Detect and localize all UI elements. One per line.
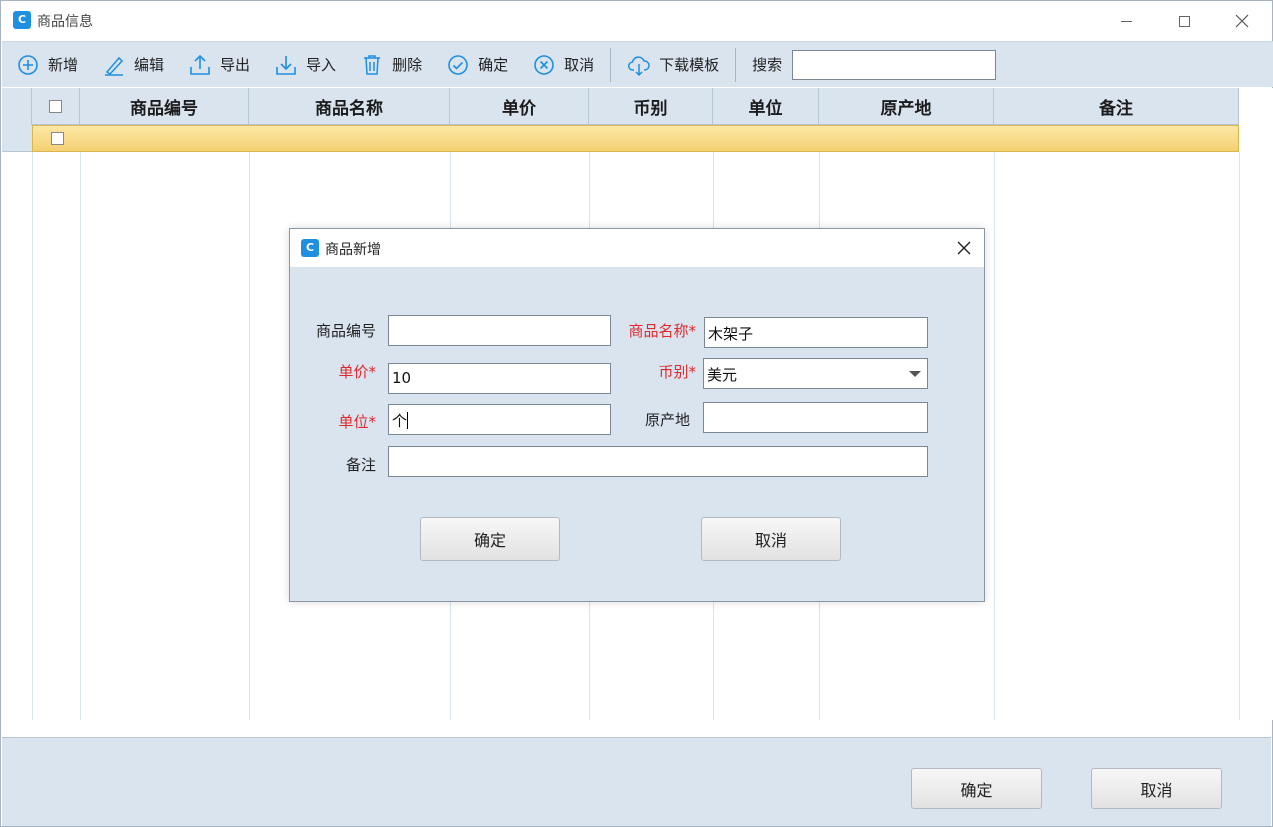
- code-label: 商品编号: [315, 322, 376, 340]
- minimize-icon: [1120, 20, 1132, 22]
- dialog-title: 商品新增: [325, 242, 381, 258]
- delete-button-label: 删除: [392, 56, 423, 74]
- name-label: 商品名称*: [628, 322, 696, 340]
- confirm-button[interactable]: 确定: [438, 48, 516, 82]
- grid-column-line: [80, 152, 81, 720]
- name-field[interactable]: 木架子: [704, 317, 928, 348]
- edit-button[interactable]: 编辑: [94, 48, 172, 82]
- currency-value: 美元: [707, 366, 738, 384]
- origin-label: 原产地: [644, 411, 690, 429]
- column-header-unit[interactable]: 单位: [713, 88, 819, 125]
- column-header-remark[interactable]: 备注: [994, 88, 1239, 125]
- select-all-checkbox[interactable]: [49, 100, 62, 113]
- trash-icon: [364, 54, 381, 75]
- bottom-cancel-button[interactable]: 取消: [1091, 768, 1222, 809]
- bottom-panel: 确定 取消: [2, 737, 1271, 826]
- cancel-button[interactable]: 取消: [524, 48, 602, 82]
- column-header-price[interactable]: 单价: [450, 88, 589, 125]
- add-product-dialog: C 商品新增 商品编号 商品名称* 木架子 单价* 10 币别* 美元 单位* …: [289, 228, 985, 602]
- dialog-title-bar: C 商品新增: [290, 229, 984, 267]
- toolbar-divider: [610, 47, 612, 82]
- column-header-origin[interactable]: 原产地: [819, 88, 994, 125]
- dialog-close-button[interactable]: [954, 238, 974, 258]
- download-template-button[interactable]: 下载模板: [619, 48, 727, 82]
- edit-button-label: 编辑: [134, 56, 165, 74]
- import-button-label: 导入: [306, 56, 337, 74]
- cancel-button-label: 取消: [564, 56, 595, 74]
- column-header-name[interactable]: 商品名称: [249, 88, 450, 125]
- grid-column-line: [32, 152, 33, 720]
- title-bar: C 商品信息: [1, 1, 1272, 41]
- row-header[interactable]: [2, 125, 32, 152]
- table-row[interactable]: [2, 125, 1239, 152]
- maximize-icon: [1178, 15, 1190, 27]
- unit-value: 个: [392, 412, 408, 430]
- toolbar: 新增 编辑 导出 导入 删除 确定 取消 下载模板 搜索: [2, 41, 1273, 87]
- remark-field[interactable]: [388, 446, 928, 477]
- add-circle-icon: [18, 54, 38, 75]
- close-button[interactable]: [1219, 5, 1265, 37]
- search-label: 搜索: [752, 56, 783, 74]
- add-button-label: 新增: [48, 56, 79, 74]
- unit-field[interactable]: 个: [388, 404, 611, 435]
- currency-label: 币别*: [658, 363, 696, 381]
- selected-row[interactable]: [32, 125, 1239, 152]
- export-button[interactable]: 导出: [180, 48, 258, 82]
- dialog-ok-button[interactable]: 确定: [420, 517, 560, 561]
- dropdown-arrow-icon[interactable]: [909, 371, 921, 377]
- select-all-cell[interactable]: [32, 88, 80, 125]
- toolbar-divider-2: [735, 47, 737, 82]
- add-button[interactable]: 新增: [8, 48, 86, 82]
- confirm-button-label: 确定: [478, 56, 509, 74]
- currency-select[interactable]: 美元: [703, 358, 928, 389]
- maximize-button[interactable]: [1161, 5, 1207, 37]
- price-field[interactable]: 10: [388, 363, 611, 394]
- close-icon: [957, 241, 971, 255]
- export-button-label: 导出: [220, 56, 251, 74]
- delete-button[interactable]: 删除: [352, 48, 430, 82]
- window-title: 商品信息: [37, 14, 93, 30]
- row-checkbox[interactable]: [51, 132, 64, 145]
- close-icon: [1235, 14, 1249, 28]
- grid-column-line: [994, 152, 995, 720]
- grid-column-line: [1239, 152, 1240, 720]
- close-circle-icon: [534, 54, 554, 75]
- code-field[interactable]: [388, 315, 611, 346]
- minimize-button[interactable]: [1103, 5, 1149, 37]
- bottom-ok-button[interactable]: 确定: [911, 768, 1042, 809]
- origin-field[interactable]: [703, 402, 928, 433]
- remark-label: 备注: [345, 456, 376, 474]
- pencil-icon: [105, 56, 124, 76]
- grid-header: 商品编号 商品名称 单价 币别 单位 原产地 备注: [2, 88, 1239, 125]
- grid-column-line: [249, 152, 250, 720]
- column-header-code[interactable]: 商品编号: [80, 88, 249, 125]
- import-button[interactable]: 导入: [266, 48, 344, 82]
- download-template-label: 下载模板: [659, 56, 720, 74]
- text-cursor: [407, 412, 409, 429]
- app-logo-icon: C: [301, 239, 319, 257]
- row-header-corner: [2, 88, 32, 125]
- dialog-cancel-button[interactable]: 取消: [701, 517, 841, 561]
- price-label: 单价*: [338, 363, 376, 381]
- check-circle-icon: [448, 54, 468, 75]
- unit-label: 单位*: [338, 413, 376, 431]
- upload-icon: [190, 54, 210, 75]
- cloud-download-icon: [628, 55, 650, 76]
- search-input[interactable]: [792, 49, 997, 80]
- app-logo-icon: C: [13, 11, 31, 29]
- column-header-currency[interactable]: 币别: [589, 88, 713, 125]
- download-icon: [276, 55, 296, 75]
